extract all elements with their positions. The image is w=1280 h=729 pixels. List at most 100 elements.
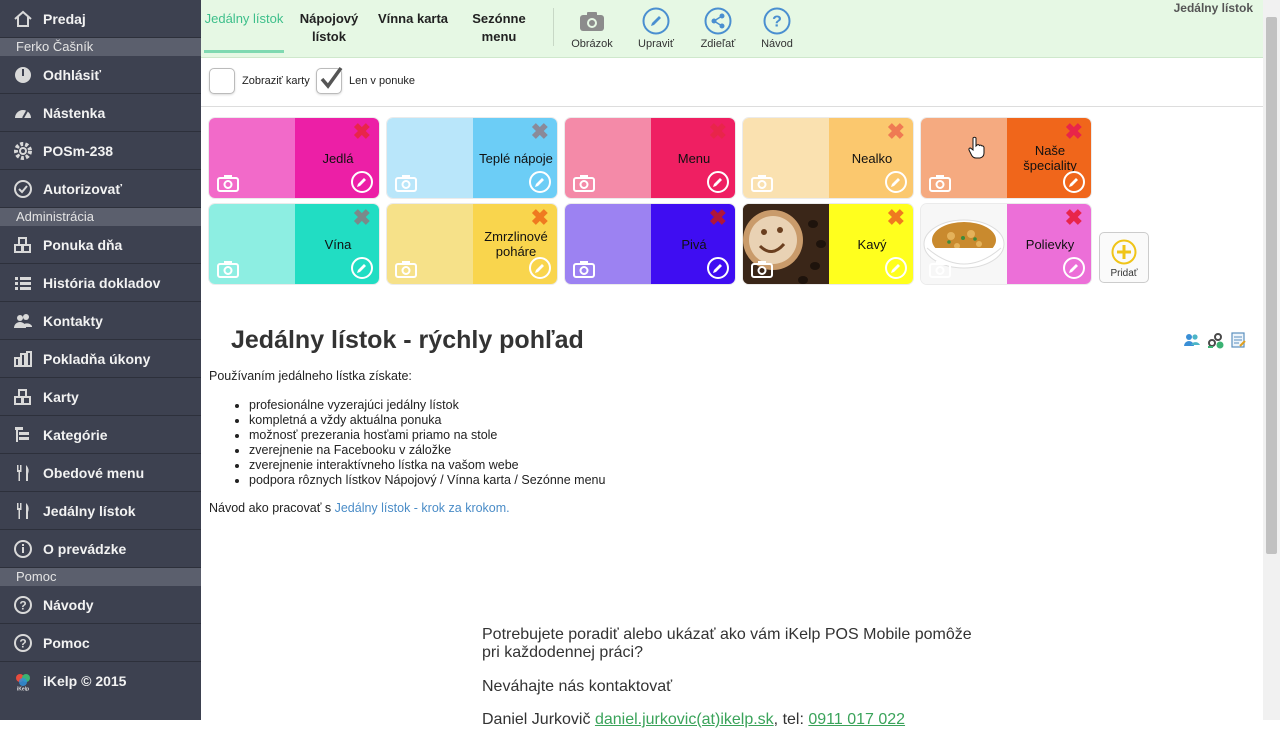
- sidebar-item-label: Jedálny lístok: [43, 502, 136, 519]
- notes-icon[interactable]: [1229, 331, 1247, 349]
- close-icon[interactable]: ✖: [887, 121, 905, 143]
- sidebar-item-label: Pomoc: [43, 634, 90, 651]
- category-tile[interactable]: Pivá ✖: [564, 203, 736, 285]
- sidebar-item-pokladna[interactable]: Pokladňa úkony: [0, 340, 201, 378]
- sidebar: Predaj Ferko Čašník Odhlásiť Nástenka PO…: [0, 0, 201, 720]
- sidebar-item-label: Ponuka dňa: [43, 236, 123, 253]
- scrollbar[interactable]: [1263, 0, 1280, 720]
- svg-text:?: ?: [19, 636, 26, 650]
- scrollbar-thumb[interactable]: [1266, 17, 1277, 554]
- tab-jedalny-listok[interactable]: Jedálny lístok: [204, 10, 284, 28]
- add-label: Pridať: [1110, 268, 1138, 279]
- tab-napojovy-listok[interactable]: Nápojový lístok: [289, 10, 369, 46]
- sidebar-item-label: Autorizovať: [43, 180, 123, 197]
- category-tile[interactable]: Kavý ✖: [742, 203, 914, 285]
- users-icon: [12, 310, 34, 332]
- camera-icon[interactable]: [395, 174, 417, 192]
- sidebar-item-predaj[interactable]: Predaj: [0, 0, 201, 38]
- sidebar-item-karty[interactable]: Karty: [0, 378, 201, 416]
- ikelp-logo: iKelp: [12, 670, 34, 692]
- camera-icon[interactable]: [573, 260, 595, 278]
- sidebar-item-pomoc[interactable]: ? Pomoc: [0, 624, 201, 662]
- checkmark-icon: [320, 66, 343, 89]
- camera-icon[interactable]: [217, 260, 239, 278]
- edit-button[interactable]: Upraviť: [628, 7, 684, 50]
- sidebar-item-nastenka[interactable]: Nástenka: [0, 94, 201, 132]
- only-in-menu-toggle[interactable]: Len v ponuke: [316, 66, 415, 94]
- add-category-button[interactable]: Pridať: [1099, 232, 1149, 283]
- pencil-icon[interactable]: [1063, 257, 1085, 279]
- sidebar-item-label: O prevádzke: [43, 540, 127, 557]
- share-icon: [704, 7, 732, 35]
- camera-icon[interactable]: [395, 260, 417, 278]
- link-add-icon[interactable]: [1206, 331, 1224, 349]
- plus-circle-icon: [1111, 239, 1137, 265]
- pencil-icon[interactable]: [529, 257, 551, 279]
- sidebar-item-navody[interactable]: ? Návody: [0, 586, 201, 624]
- camera-icon[interactable]: [751, 174, 773, 192]
- camera-icon[interactable]: [751, 260, 773, 278]
- category-tile[interactable]: Menu ✖: [564, 117, 736, 199]
- pencil-icon[interactable]: [707, 171, 729, 193]
- only-in-menu-checkbox[interactable]: [316, 66, 343, 94]
- pencil-icon[interactable]: [529, 171, 551, 193]
- guide-link[interactable]: Jedálny lístok - krok za krokom.: [335, 501, 510, 515]
- sidebar-item-ikelp[interactable]: iKelp iKelp © 2015: [0, 662, 201, 700]
- category-tile[interactable]: Nealko ✖: [742, 117, 914, 199]
- users-icon[interactable]: [1183, 331, 1201, 349]
- close-icon[interactable]: ✖: [531, 121, 549, 143]
- category-tile[interactable]: Zmrzlinové poháre ✖: [386, 203, 558, 285]
- pencil-icon[interactable]: [707, 257, 729, 279]
- close-icon[interactable]: ✖: [709, 121, 727, 143]
- sidebar-item-odhlasit[interactable]: Odhlásiť: [0, 56, 201, 94]
- pencil-icon[interactable]: [1063, 171, 1085, 193]
- sidebar-item-autorizovat[interactable]: Autorizovať: [0, 170, 201, 208]
- category-tile[interactable]: Vína ✖: [208, 203, 380, 285]
- close-icon[interactable]: ✖: [1065, 121, 1083, 143]
- pencil-icon[interactable]: [885, 257, 907, 279]
- sidebar-section-user: Ferko Čašník: [0, 38, 201, 56]
- close-icon[interactable]: ✖: [1065, 207, 1083, 229]
- sidebar-item-label: Pokladňa úkony: [43, 350, 151, 367]
- sidebar-item-jedalny-listok[interactable]: Jedálny lístok: [0, 492, 201, 530]
- pencil-icon[interactable]: [351, 257, 373, 279]
- list-item: možnosť prezerania hosťami priamo na sto…: [249, 428, 605, 443]
- pencil-icon: [642, 7, 670, 35]
- pencil-icon[interactable]: [351, 171, 373, 193]
- tab-sezonne-menu[interactable]: Sezónne menu: [459, 10, 539, 46]
- sidebar-item-label: Karty: [43, 388, 79, 405]
- image-button[interactable]: Obrázok: [564, 7, 620, 50]
- category-tile[interactable]: Naše špeciality ✖: [920, 117, 1092, 199]
- sidebar-item-kontakty[interactable]: Kontakty: [0, 302, 201, 340]
- show-cards-toggle[interactable]: Zobraziť karty: [209, 68, 310, 94]
- sidebar-item-kategorie[interactable]: Kategórie: [0, 416, 201, 454]
- category-tile[interactable]: Jedlá ✖: [208, 117, 380, 199]
- tab-vinna-karta[interactable]: Vínna karta: [373, 10, 453, 28]
- camera-icon[interactable]: [929, 174, 951, 192]
- category-tile[interactable]: Polievky ✖: [920, 203, 1092, 285]
- sidebar-item-o-prevadzke[interactable]: O prevádzke: [0, 530, 201, 568]
- close-icon[interactable]: ✖: [531, 207, 549, 229]
- close-icon[interactable]: ✖: [353, 121, 371, 143]
- sidebar-item-label: Nástenka: [43, 104, 106, 121]
- sidebar-item-ponuka-dna[interactable]: Ponuka dňa: [0, 226, 201, 264]
- page-heading: Jedálny lístok - rýchly pohľad: [231, 326, 584, 354]
- camera-icon[interactable]: [217, 174, 239, 192]
- share-button[interactable]: Zdieľať: [690, 7, 746, 50]
- show-cards-checkbox[interactable]: [209, 68, 235, 94]
- pencil-icon[interactable]: [885, 171, 907, 193]
- close-icon[interactable]: ✖: [887, 207, 905, 229]
- camera-icon[interactable]: [929, 260, 951, 278]
- intro-text: Používaním jedálneho lístka získate:: [209, 369, 412, 383]
- close-icon[interactable]: ✖: [353, 207, 371, 229]
- tool-label: Upraviť: [638, 38, 674, 50]
- sidebar-item-historia[interactable]: História dokladov: [0, 264, 201, 302]
- close-icon[interactable]: ✖: [709, 207, 727, 229]
- sidebar-item-label: Obedové menu: [43, 464, 145, 481]
- sidebar-item-obedove-menu[interactable]: Obedové menu: [0, 454, 201, 492]
- category-tile[interactable]: Teplé nápoje ✖: [386, 117, 558, 199]
- help-button[interactable]: ? Návod: [749, 7, 805, 50]
- tree-icon: [12, 424, 34, 446]
- camera-icon[interactable]: [573, 174, 595, 192]
- sidebar-item-posm[interactable]: POSm-238: [0, 132, 201, 170]
